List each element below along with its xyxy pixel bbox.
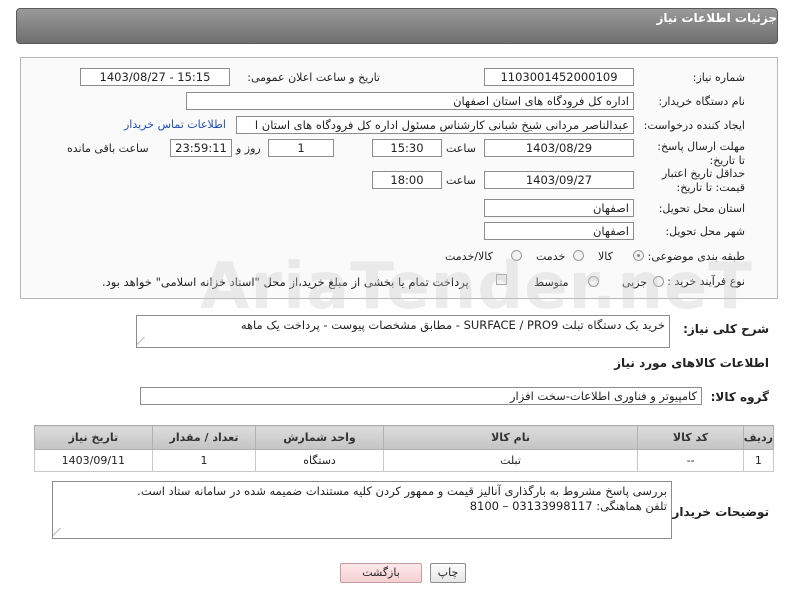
buyer-notes-line-2: تلفن هماهنگی: 03133998117 – 8100: [469, 499, 667, 513]
buyer-notes-textarea[interactable]: بررسی پاسخ مشروط به بارگذاری آنالیز قیمت…: [52, 481, 672, 539]
col-row-header: ردیف: [742, 425, 775, 450]
remaining-label: ساعت باقی مانده: [67, 142, 149, 155]
buyer-notes-label: توضیحات خریدار:: [667, 505, 769, 519]
city-field: اصفهان: [484, 222, 634, 240]
days-label: روز و: [236, 142, 261, 155]
back-button[interactable]: بازگشت: [340, 563, 422, 583]
summary-textarea[interactable]: خرید یک دستگاه تبلت SURFACE / PRO9 - مطا…: [136, 315, 670, 348]
goods-table: ردیف کد کالا نام کالا واحد شمارش تعداد /…: [34, 425, 775, 472]
announce-datetime-label: تاریخ و ساعت اعلان عمومی:: [247, 71, 380, 84]
col-code-header: کد کالا: [637, 425, 744, 450]
price-time-label: ساعت: [446, 174, 476, 187]
creator-field: عبدالناصر مردانی شیخ شبانی کارشناس مسئول…: [236, 116, 634, 134]
reply-time-label: ساعت: [446, 142, 476, 155]
col-unit-header: واحد شمارش: [255, 425, 384, 450]
need-number-field: 1103001452000109: [484, 68, 634, 86]
cell-qty: 1: [151, 449, 257, 472]
cell-unit: دستگاه: [255, 449, 384, 472]
resize-grip-icon[interactable]: [137, 337, 152, 345]
resize-grip-icon[interactable]: [53, 528, 68, 536]
reply-deadline-label: مهلت ارسال پاسخ: تا تاریخ:: [657, 140, 745, 167]
col-qty-header: تعداد / مقدار: [151, 425, 257, 450]
buyer-contact-link[interactable]: اطلاعات تماس خریدار: [124, 118, 226, 131]
buyer-notes-line-1: بررسی پاسخ مشروط به بارگذاری آنالیز قیمت…: [137, 484, 667, 498]
province-label: استان محل تحویل:: [658, 202, 745, 215]
price-validity-label: حداقل تاریخ اعتبار قیمت: تا تاریخ:: [661, 167, 745, 194]
goods-group-label: گروه کالا:: [710, 390, 769, 404]
buyer-org-field: اداره کل فرودگاه های استان اصفهان: [186, 92, 634, 110]
announce-datetime-field: 1403/08/27 - 15:15: [80, 68, 230, 86]
col-date-header: تاریخ نیاز: [34, 425, 153, 450]
table-row: 1 -- تبلت دستگاه 1 1403/09/11: [34, 449, 775, 472]
watermark-text: AriaTender.neT: [200, 250, 753, 324]
price-validity-time-field: 18:00: [372, 171, 442, 189]
cell-name: تبلت: [382, 449, 639, 472]
city-label: شهر محل تحویل:: [665, 225, 745, 238]
goods-table-header-row: ردیف کد کالا نام کالا واحد شمارش تعداد /…: [34, 425, 775, 450]
need-number-label: شماره نیاز:: [692, 71, 745, 84]
cell-row: 1: [742, 449, 775, 472]
cell-date: 1403/09/11: [34, 449, 153, 472]
cell-code: --: [637, 449, 744, 472]
creator-label: ایجاد کننده درخواست:: [643, 119, 745, 132]
remaining-time-field: 23:59:11: [170, 139, 232, 157]
province-field: اصفهان: [484, 199, 634, 217]
page-title: جزئیات اطلاعات نیاز: [656, 11, 777, 25]
reply-date-field: 1403/08/29: [484, 139, 634, 157]
price-validity-date-field: 1403/09/27: [484, 171, 634, 189]
buyer-org-label: نام دستگاه خریدار:: [658, 95, 745, 108]
reply-time-field: 15:30: [372, 139, 442, 157]
col-name-header: نام کالا: [382, 425, 639, 450]
remaining-days-field: 1: [268, 139, 334, 157]
summary-text: خرید یک دستگاه تبلت SURFACE / PRO9 - مطا…: [240, 318, 665, 332]
print-button[interactable]: چاپ: [430, 563, 466, 583]
summary-label: شرح کلی نیاز:: [683, 322, 769, 336]
goods-group-field: کامپیوتر و فناوری اطلاعات-سخت افزار: [140, 387, 702, 405]
goods-section-title: اطلاعات کالاهای مورد نیاز: [614, 356, 769, 370]
